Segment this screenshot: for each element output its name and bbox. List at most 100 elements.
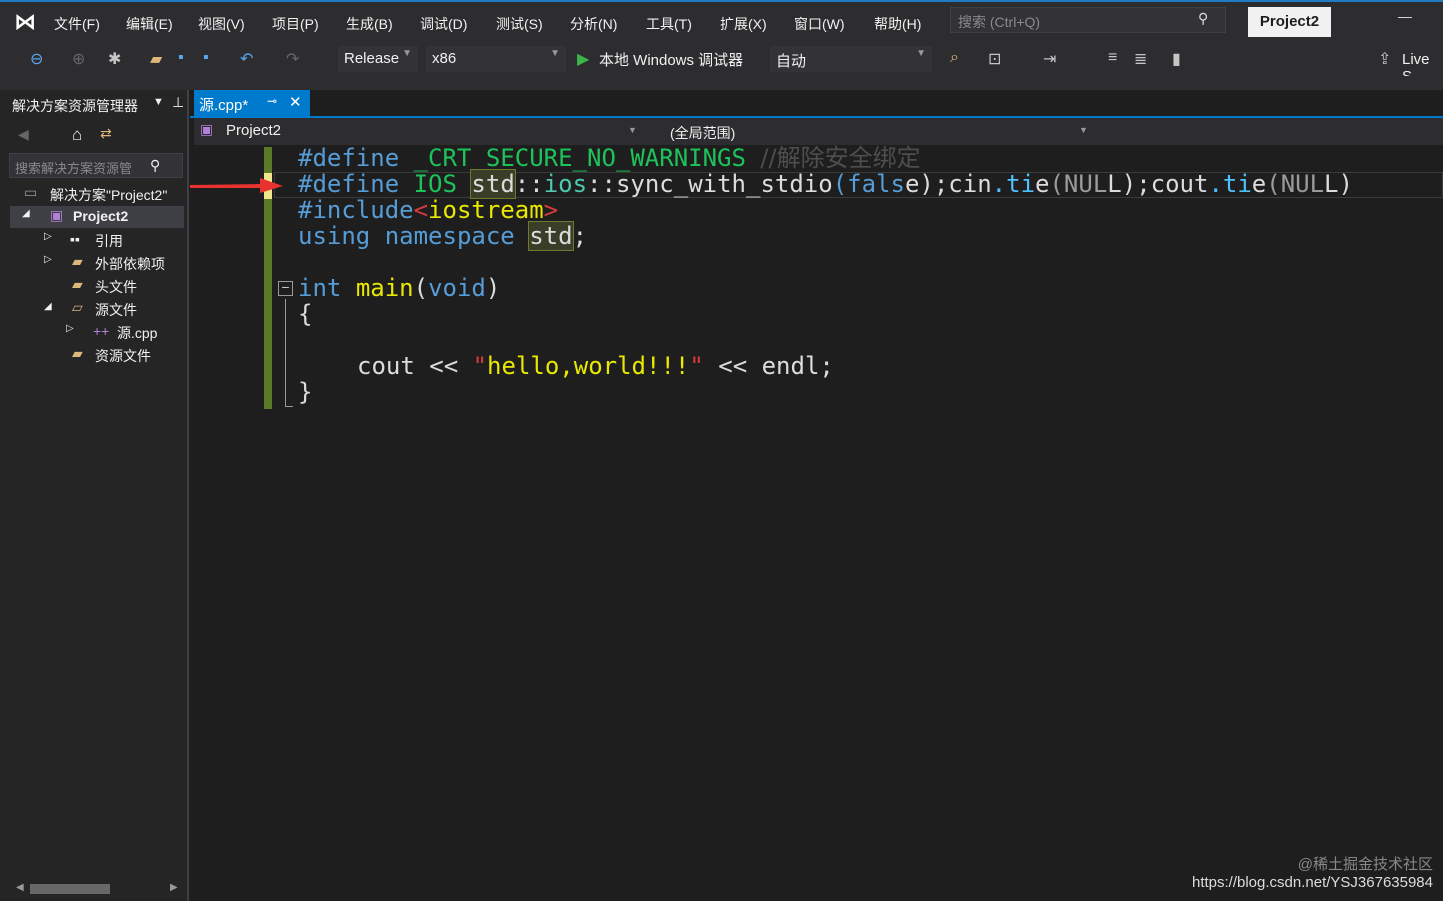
nav-scope-dropdown[interactable]: (全局范围) xyxy=(670,123,735,143)
token: std xyxy=(470,169,516,199)
menu-extensions[interactable]: 扩展(X) xyxy=(720,14,767,34)
open-icon[interactable]: ▰ xyxy=(150,49,162,69)
token: :: xyxy=(514,170,544,198)
toolbar: ⊖ ⊕ ✱ ▰ ▪ ▪ ↶ ↷ Release ▼ x86 ▼ ▶ 本地 Windo… xyxy=(0,42,1443,85)
play-icon[interactable]: ▶ xyxy=(577,49,589,69)
save-icon[interactable]: ▪ xyxy=(178,49,184,67)
token: cout xyxy=(357,352,415,380)
collapse-region-icon[interactable]: − xyxy=(278,280,293,296)
pin-icon[interactable]: ⊸ xyxy=(267,94,277,108)
menu-view[interactable]: 视图(V) xyxy=(198,14,245,34)
menu-edit[interactable]: 编辑(E) xyxy=(126,14,173,34)
watermark: @稀土掘金技术社区 https://blog.csdn.net/YSJ36763… xyxy=(1192,853,1433,891)
undo-icon[interactable]: ↶ xyxy=(240,49,253,69)
token: ; xyxy=(572,222,588,250)
tree-item-external-deps[interactable]: 外部依赖项 xyxy=(95,254,165,274)
home-icon[interactable]: ⌂ xyxy=(72,125,82,145)
save-all-icon[interactable]: ▪ xyxy=(203,49,209,67)
menu-project[interactable]: 项目(P) xyxy=(272,14,319,34)
find-icon[interactable]: ⌕ xyxy=(950,49,959,67)
collapse-icon[interactable]: ▷ xyxy=(44,231,52,242)
bookmark-icon[interactable]: ▮ xyxy=(1172,49,1181,69)
token: > xyxy=(543,196,559,224)
start-debugger-button[interactable]: 本地 Windows 调试器 xyxy=(599,49,743,70)
tab-source-cpp[interactable]: 源.cpp* ⊸ ✕ xyxy=(194,90,310,116)
tree-item-solution[interactable]: 解决方案"Project2" xyxy=(50,185,167,205)
indent-icon[interactable]: ⇥ xyxy=(1043,49,1056,69)
tree-item-references[interactable]: 引用 xyxy=(95,231,123,251)
comment-icon[interactable]: ≡ xyxy=(1108,49,1117,67)
horizontal-scrollbar[interactable] xyxy=(30,884,110,894)
tree-item-project[interactable]: Project2 xyxy=(73,208,128,224)
navigation-bar: ▣ Project2 ▼ (全局范围) ▼ xyxy=(194,118,1443,145)
nav-project-dropdown[interactable]: Project2 xyxy=(226,122,281,139)
menu-build[interactable]: 生成(B) xyxy=(346,14,393,34)
config-dropdown[interactable]: Release ▼ xyxy=(338,46,418,72)
token: using xyxy=(298,222,371,250)
token: e) xyxy=(904,170,934,198)
minimize-button[interactable]: — xyxy=(1398,8,1412,24)
search-icon[interactable]: ⚲ xyxy=(1198,10,1208,27)
folder-icon: ▰ xyxy=(72,276,83,292)
chevron-down-icon[interactable]: ▼ xyxy=(1079,125,1088,135)
token: < xyxy=(413,196,429,224)
mode-dropdown[interactable]: 自动 ▼ xyxy=(770,46,932,72)
vs-logo-icon: ⋈ xyxy=(14,9,36,34)
collapse-icon[interactable]: ▷ xyxy=(66,323,74,334)
token: n xyxy=(977,170,992,198)
expand-icon[interactable]: ◢ xyxy=(22,208,30,219)
sync-icon[interactable]: ⇄ xyxy=(100,125,112,142)
scroll-right-icon[interactable]: ▶ xyxy=(170,882,178,893)
chevron-down-icon[interactable]: ▼ xyxy=(628,125,637,135)
code-line-3: #include<iostream> xyxy=(298,197,558,223)
folder-icon: ▰ xyxy=(72,253,83,269)
collapse-icon[interactable]: ▷ xyxy=(44,254,52,265)
screenshot-icon[interactable]: ⊡ xyxy=(988,49,1001,69)
code-line-10: } xyxy=(298,378,313,406)
token: #define xyxy=(298,170,400,198)
project-icon: ▣ xyxy=(50,207,64,223)
outline-line xyxy=(285,299,293,407)
solution-search-input[interactable]: 搜索解决方案资源管 ⚲ xyxy=(9,153,183,178)
token: namespace xyxy=(384,222,515,250)
menu-debug[interactable]: 调试(D) xyxy=(420,14,467,34)
token: L xyxy=(1324,170,1339,198)
token: iostream xyxy=(428,196,544,224)
redo-icon[interactable]: ↷ xyxy=(286,49,299,69)
menu-analyze[interactable]: 分析(N) xyxy=(570,14,617,34)
uncomment-icon[interactable]: ≣ xyxy=(1134,49,1147,69)
menu-test[interactable]: 测试(S) xyxy=(496,14,543,34)
tree-item-resources[interactable]: 资源文件 xyxy=(95,346,151,366)
code-editor[interactable]: − xyxy=(190,145,1443,901)
tree-item-source-cpp[interactable]: 源.cpp xyxy=(117,323,157,343)
tree-item-headers[interactable]: 头文件 xyxy=(95,277,137,297)
chevron-down-icon[interactable]: ▼ xyxy=(153,96,164,108)
menu-file[interactable]: 文件(F) xyxy=(54,14,100,34)
new-item-icon[interactable]: ✱ xyxy=(108,49,121,69)
back-icon[interactable]: ⊖ xyxy=(30,49,43,69)
expand-icon[interactable]: ◢ xyxy=(44,301,52,312)
watermark-line1: @稀土掘金技术社区 xyxy=(1297,856,1433,873)
menu-help[interactable]: 帮助(H) xyxy=(874,14,921,34)
tree-item-sources[interactable]: 源文件 xyxy=(95,300,137,320)
token: ) xyxy=(485,274,501,302)
search-input[interactable]: 搜索 (Ctrl+Q) xyxy=(950,7,1226,33)
pin-icon[interactable]: ⊥ xyxy=(172,94,184,111)
close-icon[interactable]: ✕ xyxy=(289,93,302,111)
token: .ti xyxy=(991,170,1036,198)
config-value: Release xyxy=(344,50,400,67)
forward-icon[interactable]: ⊕ xyxy=(72,49,85,69)
scroll-left-icon[interactable]: ◀ xyxy=(16,882,24,893)
menu-window[interactable]: 窗口(W) xyxy=(794,14,845,34)
code-line-6: int main(void) xyxy=(298,275,500,301)
token: ios xyxy=(543,170,588,198)
token: _CRT_SECURE_NO_WARNINGS xyxy=(413,144,746,172)
back-icon[interactable]: ◀ xyxy=(18,126,29,143)
search-icon[interactable]: ⚲ xyxy=(150,157,160,174)
share-icon[interactable]: ⇪ xyxy=(1378,49,1391,69)
token: hello,world!!! xyxy=(487,352,690,380)
platform-dropdown[interactable]: x86 ▼ xyxy=(426,46,566,72)
menu-tools[interactable]: 工具(T) xyxy=(646,14,692,34)
